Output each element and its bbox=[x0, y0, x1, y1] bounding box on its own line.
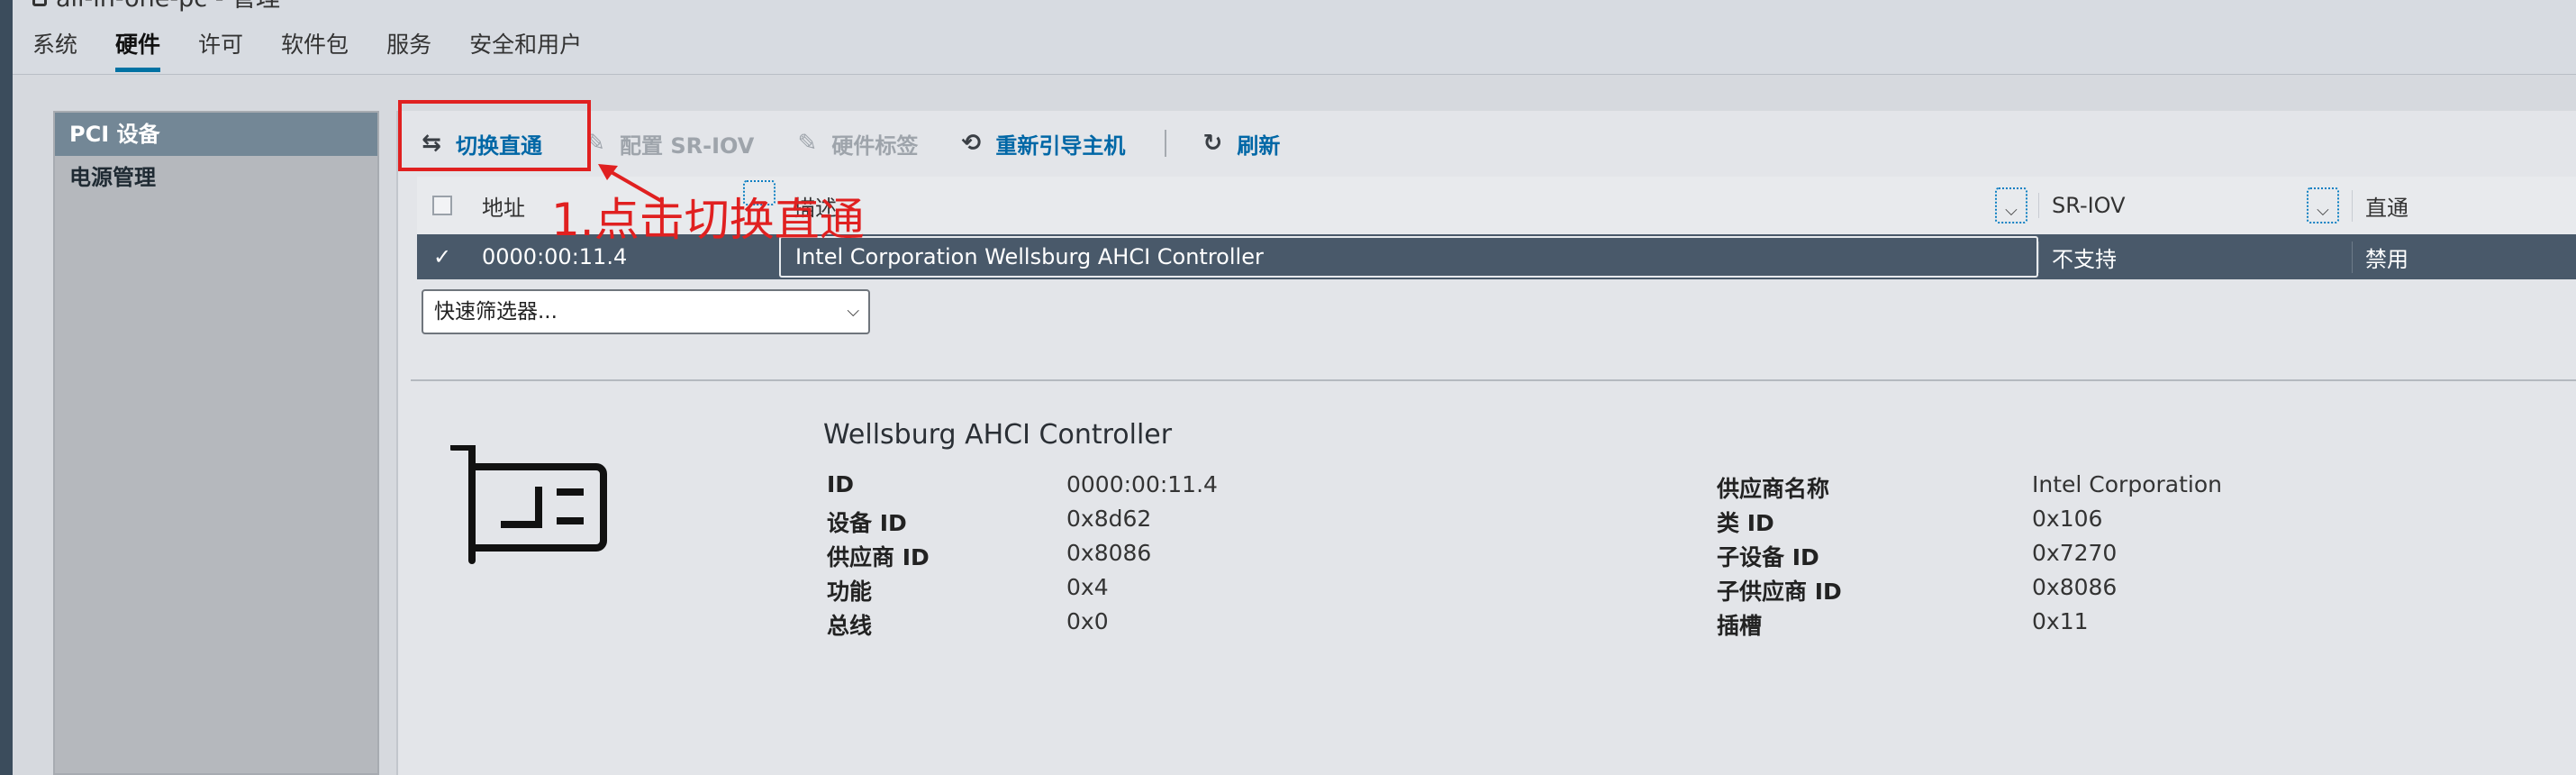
description-filter-button[interactable]: ⌵ bbox=[1995, 187, 2027, 223]
refresh-icon: ↻ bbox=[1202, 130, 1223, 157]
prop-label-slot: 插槽 bbox=[1717, 613, 1763, 639]
details-divider bbox=[411, 379, 2576, 381]
prop-value-subvendor-id: 0x8086 bbox=[2032, 574, 2118, 600]
tab-license[interactable]: 许可 bbox=[198, 27, 243, 72]
quick-filter-text: 快速筛选器... bbox=[434, 300, 558, 324]
tab-system[interactable]: 系统 bbox=[32, 27, 77, 72]
row-passthrough: 禁用 bbox=[2352, 241, 2576, 273]
prop-value-class-id: 0x106 bbox=[2032, 506, 2103, 532]
hardware-label-label: 硬件标签 bbox=[831, 132, 919, 159]
host-title-text: all-in-one-pc - 管理 bbox=[56, 0, 280, 14]
prop-value-vendor-name: Intel Corporation bbox=[2032, 471, 2222, 497]
column-header-description[interactable]: 描述 bbox=[779, 190, 2038, 222]
row-checkbox-cell: ✓ bbox=[417, 244, 467, 269]
annotation-arrow-icon bbox=[598, 164, 664, 204]
host-title: all-in-one-pc - 管理 bbox=[32, 0, 280, 14]
page-header: all-in-one-pc - 管理 系统 硬件 许可 软件包 服务 安全和用户 bbox=[13, 0, 2576, 75]
content-area: PCI 设备 电源管理 ⇆ 切换直通 ✎ 配置 SR-IOV ✎ 硬件标签 ⟲ … bbox=[13, 75, 2576, 775]
details-title: Wellsburg AHCI Controller bbox=[823, 419, 1173, 451]
refresh-button[interactable]: ↻ 刷新 bbox=[1199, 128, 1280, 160]
column-header-sriov[interactable]: SR-IOV bbox=[2038, 193, 2352, 218]
prop-value-id: 0000:00:11.4 bbox=[1066, 471, 1218, 497]
row-description: Intel Corporation Wellsburg AHCI Control… bbox=[779, 236, 2038, 278]
pencil-icon: ✎ bbox=[797, 130, 818, 157]
chevron-down-icon: ⌵ bbox=[2005, 201, 2018, 220]
sidebar-item-power-management[interactable]: 电源管理 bbox=[55, 156, 377, 199]
hardware-label-button[interactable]: ✎ 硬件标签 bbox=[794, 128, 918, 160]
prop-label-vendor-name: 供应商名称 bbox=[1717, 476, 1830, 502]
chevron-down-icon: ⌵ bbox=[2317, 201, 2329, 220]
column-header-passthrough[interactable]: 直通 bbox=[2352, 189, 2576, 222]
prop-value-device-id: 0x8d62 bbox=[1066, 506, 1152, 532]
select-all-cell bbox=[417, 196, 467, 215]
prop-value-slot: 0x11 bbox=[2032, 608, 2089, 634]
prop-label-class-id: 类 ID bbox=[1717, 510, 1774, 536]
window-left-edge bbox=[0, 0, 13, 775]
select-all-checkbox[interactable] bbox=[432, 196, 452, 215]
pci-card-icon bbox=[450, 445, 607, 564]
sriov-filter-button[interactable]: ⌵ bbox=[2307, 187, 2339, 223]
configure-sriov-button[interactable]: ✎ 配置 SR-IOV bbox=[582, 128, 754, 160]
prop-value-subdevice-id: 0x7270 bbox=[2032, 540, 2118, 566]
prop-value-function: 0x4 bbox=[1066, 574, 1109, 600]
reboot-host-label: 重新引导主机 bbox=[995, 132, 1126, 159]
toolbar: ⇆ 切换直通 ✎ 配置 SR-IOV ✎ 硬件标签 ⟲ 重新引导主机 ↻ 刷新 bbox=[398, 111, 2576, 176]
row-sriov: 不支持 bbox=[2038, 241, 2352, 273]
annotation-highlight-box bbox=[398, 100, 591, 171]
host-icon bbox=[32, 0, 47, 6]
hardware-sidebar: PCI 设备 电源管理 bbox=[53, 111, 379, 775]
checkmark-icon[interactable]: ✓ bbox=[433, 244, 451, 269]
tab-packages[interactable]: 软件包 bbox=[281, 27, 349, 72]
prop-value-vendor-id: 0x8086 bbox=[1066, 540, 1152, 566]
toolbar-separator bbox=[1165, 130, 1167, 157]
tab-services[interactable]: 服务 bbox=[386, 27, 431, 72]
prop-value-bus: 0x0 bbox=[1066, 608, 1109, 634]
sidebar-item-pci-devices[interactable]: PCI 设备 bbox=[55, 113, 377, 156]
prop-label-vendor-id: 供应商 ID bbox=[827, 544, 930, 570]
reboot-host-icon: ⟲ bbox=[961, 130, 982, 157]
main-tabs: 系统 硬件 许可 软件包 服务 安全和用户 bbox=[32, 27, 582, 72]
prop-label-id: ID bbox=[827, 471, 855, 497]
chevron-down-icon: ⌵ bbox=[847, 302, 859, 321]
refresh-label: 刷新 bbox=[1237, 132, 1281, 159]
prop-label-subvendor-id: 子供应商 ID bbox=[1717, 579, 1842, 605]
quick-filter-select[interactable]: 快速筛选器... ⌵ bbox=[422, 289, 870, 334]
prop-label-bus: 总线 bbox=[827, 613, 873, 639]
prop-label-device-id: 设备 ID bbox=[827, 510, 907, 536]
prop-label-function: 功能 bbox=[827, 579, 873, 605]
reboot-host-button[interactable]: ⟲ 重新引导主机 bbox=[957, 128, 1125, 160]
tab-hardware[interactable]: 硬件 bbox=[115, 27, 161, 72]
configure-sriov-label: 配置 SR-IOV bbox=[620, 132, 755, 159]
prop-label-subdevice-id: 子设备 ID bbox=[1717, 544, 1819, 570]
tab-security-users[interactable]: 安全和用户 bbox=[469, 27, 582, 72]
